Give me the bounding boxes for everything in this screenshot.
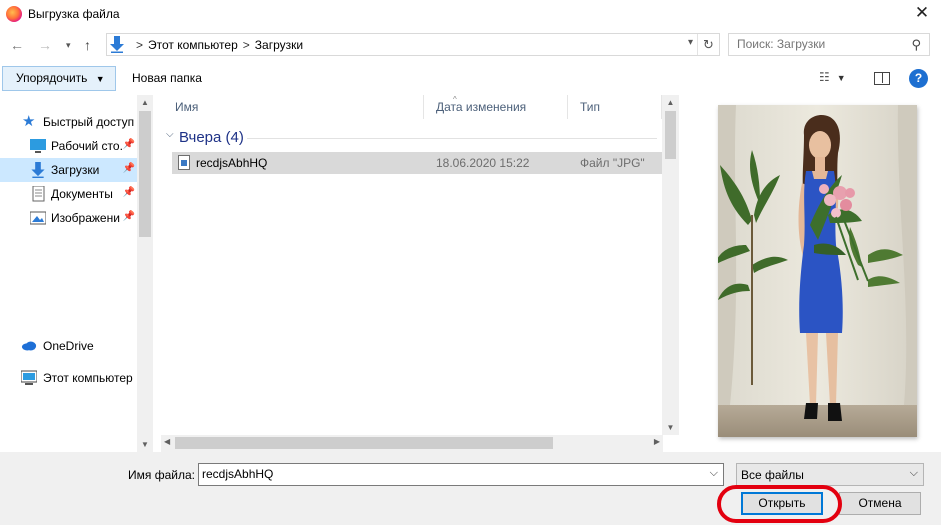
cancel-button[interactable]: Отмена bbox=[839, 492, 921, 515]
documents-icon bbox=[32, 186, 45, 202]
nav-scrollbar[interactable]: ▲ ▼ bbox=[137, 95, 153, 452]
firefox-icon bbox=[6, 6, 22, 22]
nav-item-onedrive[interactable]: OneDrive bbox=[0, 334, 139, 358]
scroll-right-icon[interactable]: ▶ bbox=[654, 437, 660, 446]
back-arrow-icon[interactable]: ← bbox=[10, 37, 24, 53]
search-input[interactable] bbox=[737, 37, 907, 51]
breadcrumb: > Этот компьютер > Загрузки bbox=[131, 38, 303, 52]
nav-item-label: OneDrive bbox=[43, 339, 94, 353]
group-header[interactable]: ⌵ Вчера (4) bbox=[161, 129, 661, 147]
filename-input[interactable] bbox=[202, 467, 682, 481]
hscrollbar-thumb[interactable] bbox=[175, 437, 553, 449]
pin-icon: 📌 bbox=[122, 211, 135, 222]
recent-locations-chevron-icon[interactable]: ▾ bbox=[66, 40, 71, 51]
file-list-scrollbar[interactable]: ▲ ▼ bbox=[662, 95, 679, 435]
breadcrumb-this-pc[interactable]: Этот компьютер bbox=[148, 38, 238, 52]
nav-item-downloads[interactable]: Загрузки 📌 bbox=[0, 158, 139, 182]
downloads-icon bbox=[110, 36, 124, 53]
nav-scrollbar-thumb[interactable] bbox=[139, 111, 151, 237]
scroll-down-icon[interactable]: ▼ bbox=[137, 440, 153, 449]
change-view-button[interactable]: ☷ ▼ bbox=[819, 70, 846, 84]
file-list-hscrollbar[interactable]: ◀ ▶ bbox=[161, 435, 663, 452]
preview-photo bbox=[718, 105, 917, 437]
close-button[interactable]: ✕ bbox=[909, 2, 935, 24]
nav-item-desktop[interactable]: Рабочий сто. 📌 bbox=[0, 134, 139, 158]
up-arrow-icon[interactable]: ↑ bbox=[84, 37, 91, 53]
file-list-scrollbar-thumb[interactable] bbox=[665, 111, 676, 159]
star-icon: ★ bbox=[22, 113, 36, 130]
scroll-up-icon[interactable]: ▲ bbox=[662, 98, 679, 107]
column-header-name[interactable]: Имя bbox=[161, 95, 423, 119]
nav-item-quick-access[interactable]: ★ Быстрый доступ bbox=[0, 110, 139, 134]
scroll-left-icon[interactable]: ◀ bbox=[164, 437, 170, 446]
address-bar[interactable]: > Этот компьютер > Загрузки ▾ ↻ bbox=[106, 33, 720, 56]
image-file-icon bbox=[178, 155, 190, 170]
scroll-down-icon[interactable]: ▼ bbox=[662, 423, 679, 432]
nav-item-label: Этот компьютер bbox=[43, 371, 133, 385]
view-details-icon: ☷ bbox=[819, 70, 830, 84]
preview-pane bbox=[718, 105, 917, 437]
file-type-filter-label: Все файлы bbox=[741, 468, 804, 482]
navigation-pane: ★ Быстрый доступ Рабочий сто. 📌 Загрузки… bbox=[0, 95, 153, 452]
filename-label: Имя файла: bbox=[128, 468, 195, 482]
chevron-down-icon[interactable]: ⌵ bbox=[910, 467, 918, 480]
help-button[interactable]: ? bbox=[909, 69, 928, 88]
breadcrumb-separator: > bbox=[242, 38, 250, 52]
filename-combobox[interactable]: ⌵ bbox=[198, 463, 724, 486]
file-type: Файл "JPG" bbox=[580, 156, 645, 170]
address-dropdown-icon[interactable]: ▾ bbox=[688, 37, 693, 48]
breadcrumb-separator: > bbox=[136, 38, 144, 52]
desktop-icon bbox=[30, 139, 46, 153]
organize-label: Упорядочить bbox=[16, 71, 88, 85]
pictures-icon bbox=[30, 211, 46, 225]
group-label: Вчера (4) bbox=[179, 129, 244, 146]
file-row[interactable]: recdjsAbhHQ 18.06.2020 15:22 Файл "JPG" bbox=[172, 152, 662, 174]
new-folder-button[interactable]: Новая папка bbox=[132, 71, 202, 85]
nav-item-label: Изображени bbox=[51, 211, 120, 225]
forward-arrow-icon[interactable]: → bbox=[38, 37, 52, 53]
nav-item-documents[interactable]: Документы 📌 bbox=[0, 182, 139, 206]
nav-item-label: Рабочий сто. bbox=[51, 139, 123, 153]
nav-item-label: Документы bbox=[51, 187, 113, 201]
file-type-filter[interactable]: Все файлы ⌵ bbox=[736, 463, 924, 486]
chevron-down-icon[interactable]: ⌵ bbox=[710, 467, 718, 480]
breadcrumb-downloads[interactable]: Загрузки bbox=[255, 38, 303, 52]
title-bar: Выгрузка файла ✕ bbox=[0, 0, 941, 30]
refresh-icon[interactable]: ↻ bbox=[697, 34, 719, 55]
chevron-down-icon: ▼ bbox=[836, 73, 846, 83]
computer-icon bbox=[21, 370, 37, 385]
nav-item-label: Быстрый доступ bbox=[43, 115, 135, 129]
file-date: 18.06.2020 15:22 bbox=[436, 156, 530, 170]
group-divider bbox=[247, 138, 657, 139]
preview-pane-icon[interactable] bbox=[874, 72, 890, 85]
organize-button[interactable]: Упорядочить ▼ bbox=[2, 66, 116, 91]
column-header-type[interactable]: Тип bbox=[566, 95, 661, 119]
nav-item-pictures[interactable]: Изображени 📌 bbox=[0, 206, 139, 230]
file-name: recdjsAbhHQ bbox=[196, 156, 268, 170]
file-list: Имя ^ Дата изменения Тип ⌵ Вчера (4) rec… bbox=[161, 95, 679, 452]
pin-icon: 📌 bbox=[122, 187, 135, 198]
open-button[interactable]: Открыть bbox=[741, 492, 823, 515]
nav-item-this-pc[interactable]: Этот компьютер bbox=[0, 366, 139, 390]
chevron-down-icon[interactable]: ⌵ bbox=[166, 129, 174, 140]
nav-item-label: Загрузки bbox=[51, 163, 100, 177]
dialog-footer: Имя файла: ⌵ Все файлы ⌵ Открыть Отмена bbox=[0, 452, 941, 525]
chevron-down-icon: ▼ bbox=[95, 74, 105, 84]
onedrive-icon bbox=[21, 341, 37, 351]
pin-icon: 📌 bbox=[122, 139, 135, 150]
column-header-date[interactable]: Дата изменения bbox=[422, 95, 567, 119]
search-icon[interactable]: ⚲ bbox=[911, 37, 921, 53]
search-box[interactable]: ⚲ bbox=[728, 33, 930, 56]
command-bar: Упорядочить ▼ Новая папка ☷ ▼ ? bbox=[0, 63, 941, 93]
pin-icon: 📌 bbox=[122, 163, 135, 174]
window-title: Выгрузка файла bbox=[28, 7, 120, 21]
downloads-icon bbox=[31, 162, 45, 178]
scroll-up-icon[interactable]: ▲ bbox=[137, 98, 153, 107]
